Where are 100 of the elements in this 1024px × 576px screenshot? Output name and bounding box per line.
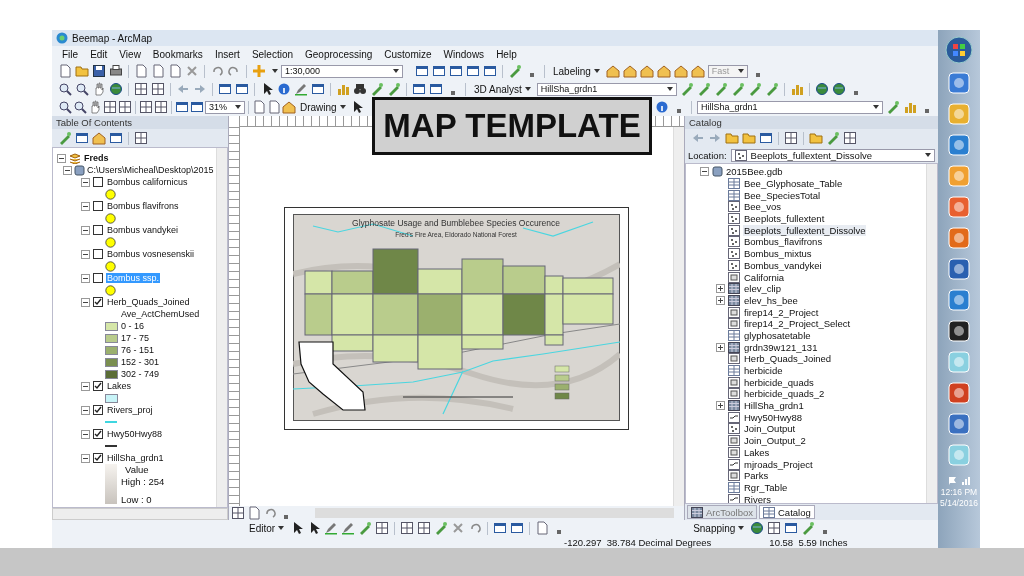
- house-icon[interactable]: [673, 64, 688, 78]
- expand-icon[interactable]: [716, 342, 725, 352]
- window-icon[interactable]: [109, 131, 123, 145]
- menu-item[interactable]: Windows: [443, 48, 485, 60]
- checkbox[interactable]: [93, 405, 103, 415]
- layer-name[interactable]: Herb_Quads_Joined: [106, 297, 191, 307]
- collapse-icon[interactable]: [81, 405, 90, 415]
- tree-item[interactable]: Beeplots_fullextent_Dissolve: [743, 224, 867, 236]
- window-icon[interactable]: [759, 131, 773, 145]
- zoom-dropdown[interactable]: 31%: [205, 100, 245, 114]
- editor-menu[interactable]: Editor: [246, 520, 288, 536]
- undo-icon[interactable]: [263, 506, 277, 520]
- hand-icon[interactable]: [92, 82, 106, 96]
- zoom-out-icon[interactable]: [75, 82, 89, 96]
- house-icon[interactable]: [639, 64, 654, 78]
- window-icon[interactable]: [449, 64, 463, 78]
- checkbox[interactable]: [93, 249, 103, 259]
- save-icon[interactable]: [92, 64, 106, 78]
- tree-item[interactable]: Bombus_vandykei: [743, 259, 823, 271]
- zoom-in-icon[interactable]: [58, 82, 72, 96]
- folder-icon[interactable]: [809, 131, 823, 145]
- zoom-out-icon[interactable]: [73, 100, 87, 114]
- tree-item[interactable]: Rivers: [743, 493, 772, 503]
- checkbox[interactable]: [93, 429, 103, 439]
- checkbox[interactable]: [93, 201, 103, 211]
- tree-item[interactable]: herbicide: [743, 365, 784, 377]
- checkbox[interactable]: [93, 177, 103, 187]
- menu-item[interactable]: Selection: [251, 48, 294, 60]
- layer-name[interactable]: Rivers_proj: [106, 405, 154, 415]
- layer-name[interactable]: Hwy50Hwy88: [106, 429, 164, 439]
- globe-icon[interactable]: [814, 82, 829, 96]
- layer-name[interactable]: Lakes: [106, 381, 133, 391]
- scrollbar[interactable]: [52, 508, 228, 520]
- tree-item[interactable]: Bee_Glyphosate_Table: [743, 178, 844, 190]
- collapse-icon[interactable]: [81, 429, 90, 439]
- printer-icon[interactable]: [109, 64, 123, 78]
- menu-item[interactable]: View: [119, 48, 141, 60]
- window-icon[interactable]: [510, 521, 525, 535]
- globe-icon[interactable]: [831, 82, 846, 96]
- tree-item[interactable]: 2015Bee.gdb: [726, 166, 783, 178]
- house-icon[interactable]: [605, 64, 620, 78]
- collapse-icon[interactable]: [81, 453, 90, 463]
- grid-icon[interactable]: [154, 100, 168, 114]
- tool-icon[interactable]: [434, 521, 449, 535]
- binoculars-icon[interactable]: [353, 82, 367, 96]
- house-icon[interactable]: [282, 100, 296, 114]
- scrollbar[interactable]: [673, 127, 684, 506]
- tool-icon[interactable]: [801, 521, 816, 535]
- tree-item[interactable]: herbicide_quads: [743, 376, 815, 388]
- collapse-icon[interactable]: [81, 201, 90, 211]
- collapse-icon[interactable]: [81, 249, 90, 259]
- window-icon[interactable]: [412, 82, 426, 96]
- globe-icon[interactable]: [750, 521, 765, 535]
- tree-item[interactable]: Beeplots_fullextent: [743, 213, 826, 225]
- tree-item[interactable]: Bombus_mixtus: [743, 248, 813, 260]
- tree-item[interactable]: Join_Output_2: [743, 435, 807, 447]
- house-icon[interactable]: [656, 64, 671, 78]
- window-icon[interactable]: [235, 82, 249, 96]
- window-icon[interactable]: [483, 64, 497, 78]
- document-icon[interactable]: [151, 64, 165, 78]
- collapse-icon[interactable]: [63, 165, 72, 175]
- house-icon[interactable]: [690, 64, 705, 78]
- menu-item[interactable]: Bookmarks: [152, 48, 203, 60]
- grid-icon[interactable]: [151, 82, 165, 96]
- scale-dropdown[interactable]: 1:30,000: [281, 64, 403, 78]
- tool-icon[interactable]: [358, 521, 373, 535]
- tree-item[interactable]: mjroads_Project: [743, 458, 814, 470]
- folder-icon[interactable]: [725, 131, 739, 145]
- info-icon[interactable]: [277, 82, 291, 96]
- tree-item[interactable]: firep14_2_Project: [743, 306, 820, 318]
- scrollbar[interactable]: [926, 164, 937, 503]
- window-icon[interactable]: [190, 100, 204, 114]
- start-orb-icon[interactable]: [945, 36, 973, 64]
- window-icon[interactable]: [466, 64, 480, 78]
- window-icon[interactable]: [493, 521, 508, 535]
- collapse-icon[interactable]: [81, 273, 90, 283]
- hand-icon[interactable]: [88, 100, 102, 114]
- menu-item[interactable]: Insert: [214, 48, 240, 60]
- grid-icon[interactable]: [118, 100, 132, 114]
- tree-item[interactable]: glyphosatetable: [743, 329, 812, 341]
- tree-item[interactable]: grdn39w121_131: [743, 341, 819, 353]
- panel-tab[interactable]: ArcToolbox: [687, 505, 757, 519]
- layer-dropdown[interactable]: HillSha_grdn1: [697, 100, 883, 114]
- grid-icon[interactable]: [767, 521, 782, 535]
- grid-icon[interactable]: [103, 100, 117, 114]
- tree-item[interactable]: HillSha_grdn1: [743, 400, 805, 412]
- tree-item[interactable]: Lakes: [743, 446, 771, 458]
- window-icon[interactable]: [415, 64, 429, 78]
- tree-item[interactable]: elev_hs_bee: [743, 294, 799, 306]
- tree-item[interactable]: elev_clip: [743, 283, 782, 295]
- drawing-menu[interactable]: Drawing: [297, 99, 349, 115]
- grid-icon[interactable]: [231, 506, 245, 520]
- menu-item[interactable]: Help: [496, 48, 517, 60]
- tree-item[interactable]: Bombus_flavifrons: [743, 236, 824, 248]
- scrollbar[interactable]: [315, 508, 674, 518]
- expand-icon[interactable]: [716, 295, 725, 305]
- menu-item[interactable]: Edit: [90, 48, 108, 60]
- house-icon[interactable]: [622, 64, 637, 78]
- tree-item[interactable]: Freds: [84, 153, 109, 163]
- window-icon[interactable]: [218, 82, 232, 96]
